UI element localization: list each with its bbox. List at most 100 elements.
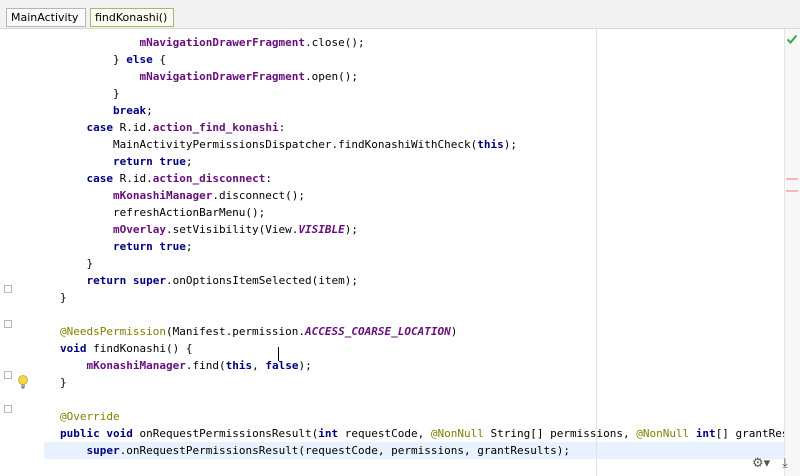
code-token: }: [60, 257, 94, 270]
code-token: :: [278, 121, 286, 134]
code-token: }: [60, 53, 127, 66]
code-token: mKonashiManager: [86, 359, 186, 372]
code-token: MainActivityPermissionsDispatcher.findKo…: [60, 138, 478, 151]
code-line[interactable]: mNavigationDrawerFragment.open();: [60, 68, 358, 85]
code-token: void: [60, 342, 87, 355]
code-token: @Override: [60, 410, 120, 423]
text-caret: [278, 347, 279, 361]
code-token: int: [318, 427, 339, 440]
intention-bulb-icon[interactable]: [17, 375, 29, 389]
code-token: .onOptionsItemSelected(item);: [165, 274, 359, 287]
code-token: mKonashiManager: [112, 189, 213, 202]
code-token: onRequestPermissionsResult(: [132, 427, 319, 440]
inspection-ok-icon[interactable]: [786, 33, 798, 45]
code-token: mNavigationDrawerFragment: [139, 70, 306, 83]
code-token: break: [112, 104, 147, 117]
breadcrumb-method-findkonashi[interactable]: findKonashi(): [90, 8, 174, 27]
code-token: R.id.: [113, 172, 153, 185]
code-token: ACCESS_COARSE_LOCATION: [305, 325, 451, 338]
code-token: return super: [86, 274, 166, 287]
code-token: action_disconnect: [152, 172, 266, 185]
code-token: return true: [112, 155, 186, 168]
code-token: String[] permissions,: [483, 427, 637, 440]
code-token: (Manifest.permission.: [165, 325, 306, 338]
code-token: public void: [60, 427, 133, 440]
code-line[interactable]: return super.onOptionsItemSelected(item)…: [60, 272, 359, 289]
fold-marker[interactable]: [4, 371, 12, 379]
code-line[interactable]: mNavigationDrawerFragment.close();: [60, 34, 365, 51]
fold-marker[interactable]: [4, 320, 12, 328]
download-icon[interactable]: ⤓: [782, 456, 788, 471]
code-token: ;: [185, 155, 193, 168]
code-token: }: [60, 291, 67, 304]
code-line[interactable]: public void onRequestPermissionsResult(i…: [60, 425, 800, 442]
code-line[interactable]: void findKonashi() {: [60, 340, 192, 357]
code-token: );: [298, 359, 312, 372]
editor-gutter[interactable]: [0, 29, 44, 476]
code-line[interactable]: break;: [60, 102, 153, 119]
code-editor[interactable]: mNavigationDrawerFragment.close(); } els…: [44, 29, 800, 476]
code-line[interactable]: case R.id.action_find_konashi:: [60, 119, 286, 136]
code-token: }: [60, 376, 67, 389]
code-token: ;: [185, 240, 193, 253]
code-line[interactable]: return true;: [60, 153, 192, 170]
code-token: false: [265, 359, 299, 372]
stripe-marker[interactable]: [786, 190, 798, 192]
code-token: R.id.: [113, 121, 153, 134]
gear-icon[interactable]: ⚙▾: [752, 456, 770, 471]
code-token: .close();: [305, 36, 365, 49]
code-line[interactable]: mKonashiManager.find(this, false);: [60, 357, 312, 374]
code-line[interactable]: mOverlay.setVisibility(View.VISIBLE);: [60, 221, 358, 238]
fold-marker[interactable]: [4, 405, 12, 413]
code-line[interactable]: case R.id.action_disconnect:: [60, 170, 272, 187]
error-stripe[interactable]: [784, 29, 800, 476]
code-token: ;: [146, 104, 153, 117]
code-token: .onRequestPermissionsResult(requestCode,…: [119, 444, 570, 457]
code-token: mNavigationDrawerFragment: [139, 36, 306, 49]
code-line[interactable]: }: [60, 374, 67, 391]
code-line[interactable]: }: [60, 255, 93, 272]
breadcrumb: MainActivity findKonashi(): [0, 0, 800, 29]
code-line[interactable]: super.onRequestPermissionsResult(request…: [60, 442, 570, 459]
code-line[interactable]: mKonashiManager.disconnect();: [60, 187, 305, 204]
code-line[interactable]: }: [60, 85, 120, 102]
code-token: @NonNull: [430, 427, 484, 440]
code-token: .setVisibility(View.: [165, 223, 299, 236]
stripe-marker[interactable]: [786, 178, 798, 180]
code-token: case: [86, 172, 114, 185]
code-token: requestCode,: [338, 427, 431, 440]
code-token: :: [265, 172, 272, 185]
code-line[interactable]: }: [60, 289, 67, 306]
code-token: this: [477, 138, 504, 151]
breadcrumb-class-mainactivity[interactable]: MainActivity: [6, 8, 86, 27]
code-token: int: [695, 427, 716, 440]
code-token: ,: [252, 359, 266, 372]
code-token: refreshActionBarMenu();: [60, 206, 266, 219]
code-line[interactable]: @Override: [60, 408, 120, 425]
code-token: case: [86, 121, 114, 134]
code-line[interactable]: MainActivityPermissionsDispatcher.findKo…: [60, 136, 517, 153]
code-token: action_find_konashi: [152, 121, 279, 134]
code-token: @NeedsPermission: [60, 325, 166, 338]
code-line[interactable]: return true;: [60, 238, 192, 255]
code-token: findKonashi() {: [86, 342, 193, 355]
code-token: ): [450, 325, 458, 338]
code-line[interactable]: @NeedsPermission(Manifest.permission.ACC…: [60, 323, 457, 340]
code-line[interactable]: refreshActionBarMenu();: [60, 204, 265, 221]
code-line[interactable]: } else {: [60, 51, 166, 68]
code-token: else: [126, 53, 153, 66]
fold-marker[interactable]: [4, 285, 12, 293]
code-token: {: [152, 53, 166, 66]
